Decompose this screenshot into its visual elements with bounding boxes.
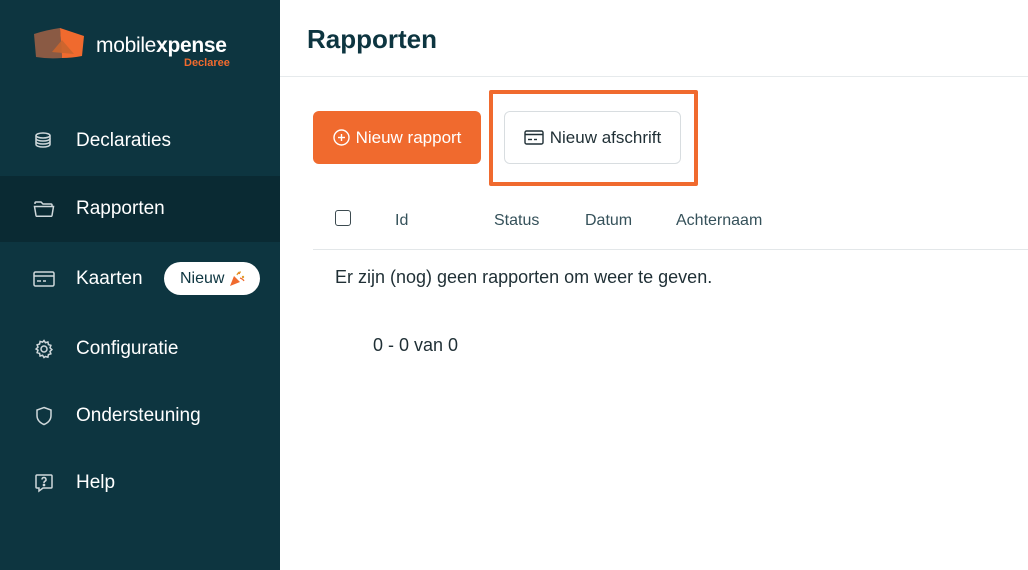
sidebar-item-label: Help <box>76 472 116 493</box>
new-report-button[interactable]: Nieuw rapport <box>313 111 481 164</box>
gear-icon <box>33 338 55 360</box>
sidebar-item-label: Kaarten <box>76 268 143 289</box>
plus-circle-icon <box>332 129 350 146</box>
table-header: Id Status Datum Achternaam <box>313 190 1028 250</box>
sidebar-item-label: Rapporten <box>76 198 165 219</box>
select-all-checkbox[interactable] <box>335 210 351 226</box>
credit-card-icon <box>524 130 544 145</box>
sidebar-item-ondersteuning[interactable]: Ondersteuning <box>0 383 280 449</box>
top-bar: Rapporten <box>280 0 1028 77</box>
column-header-achternaam[interactable]: Achternaam <box>676 212 762 230</box>
new-statement-label: Nieuw afschrift <box>549 127 662 147</box>
new-report-label: Nieuw rapport <box>355 127 462 147</box>
sidebar-item-kaarten[interactable]: Kaarten Nieuw <box>0 246 280 312</box>
column-header-id[interactable]: Id <box>395 212 408 230</box>
column-header-status[interactable]: Status <box>494 212 539 230</box>
question-chat-icon <box>33 472 55 494</box>
badge-label: Nieuw <box>180 269 225 287</box>
new-badge: Nieuw <box>164 262 261 295</box>
logo-mark-icon <box>34 28 84 59</box>
sidebar-item-label: Declaraties <box>76 130 172 151</box>
pagination-info: 0 - 0 van 0 <box>373 335 459 355</box>
column-header-datum[interactable]: Datum <box>585 212 632 230</box>
sidebar-item-configuratie[interactable]: Configuratie <box>0 316 280 382</box>
new-statement-button[interactable]: Nieuw afschrift <box>504 111 681 164</box>
sidebar-item-label: Ondersteuning <box>76 405 201 426</box>
brand-subtitle: Declaree <box>184 57 230 69</box>
page-title: Rapporten <box>307 24 437 54</box>
sidebar-item-declaraties[interactable]: Declaraties <box>0 108 280 174</box>
sidebar-item-help[interactable]: Help <box>0 450 280 516</box>
sidebar-item-rapporten[interactable]: Rapporten <box>0 176 280 242</box>
brand-name: mobilexpense <box>96 34 227 57</box>
sidebar-item-label: Configuratie <box>76 338 179 359</box>
empty-state-message: Er zijn (nog) geen rapporten om weer te … <box>335 267 713 287</box>
brand-logo[interactable]: mobilexpense Declaree <box>32 26 252 74</box>
coins-icon <box>33 130 55 152</box>
credit-card-icon <box>33 268 55 290</box>
folder-icon <box>33 198 55 220</box>
party-popper-icon <box>230 270 246 286</box>
shield-icon <box>33 405 55 427</box>
sidebar: mobilexpense Declaree Declaraties Rappor… <box>0 0 280 570</box>
